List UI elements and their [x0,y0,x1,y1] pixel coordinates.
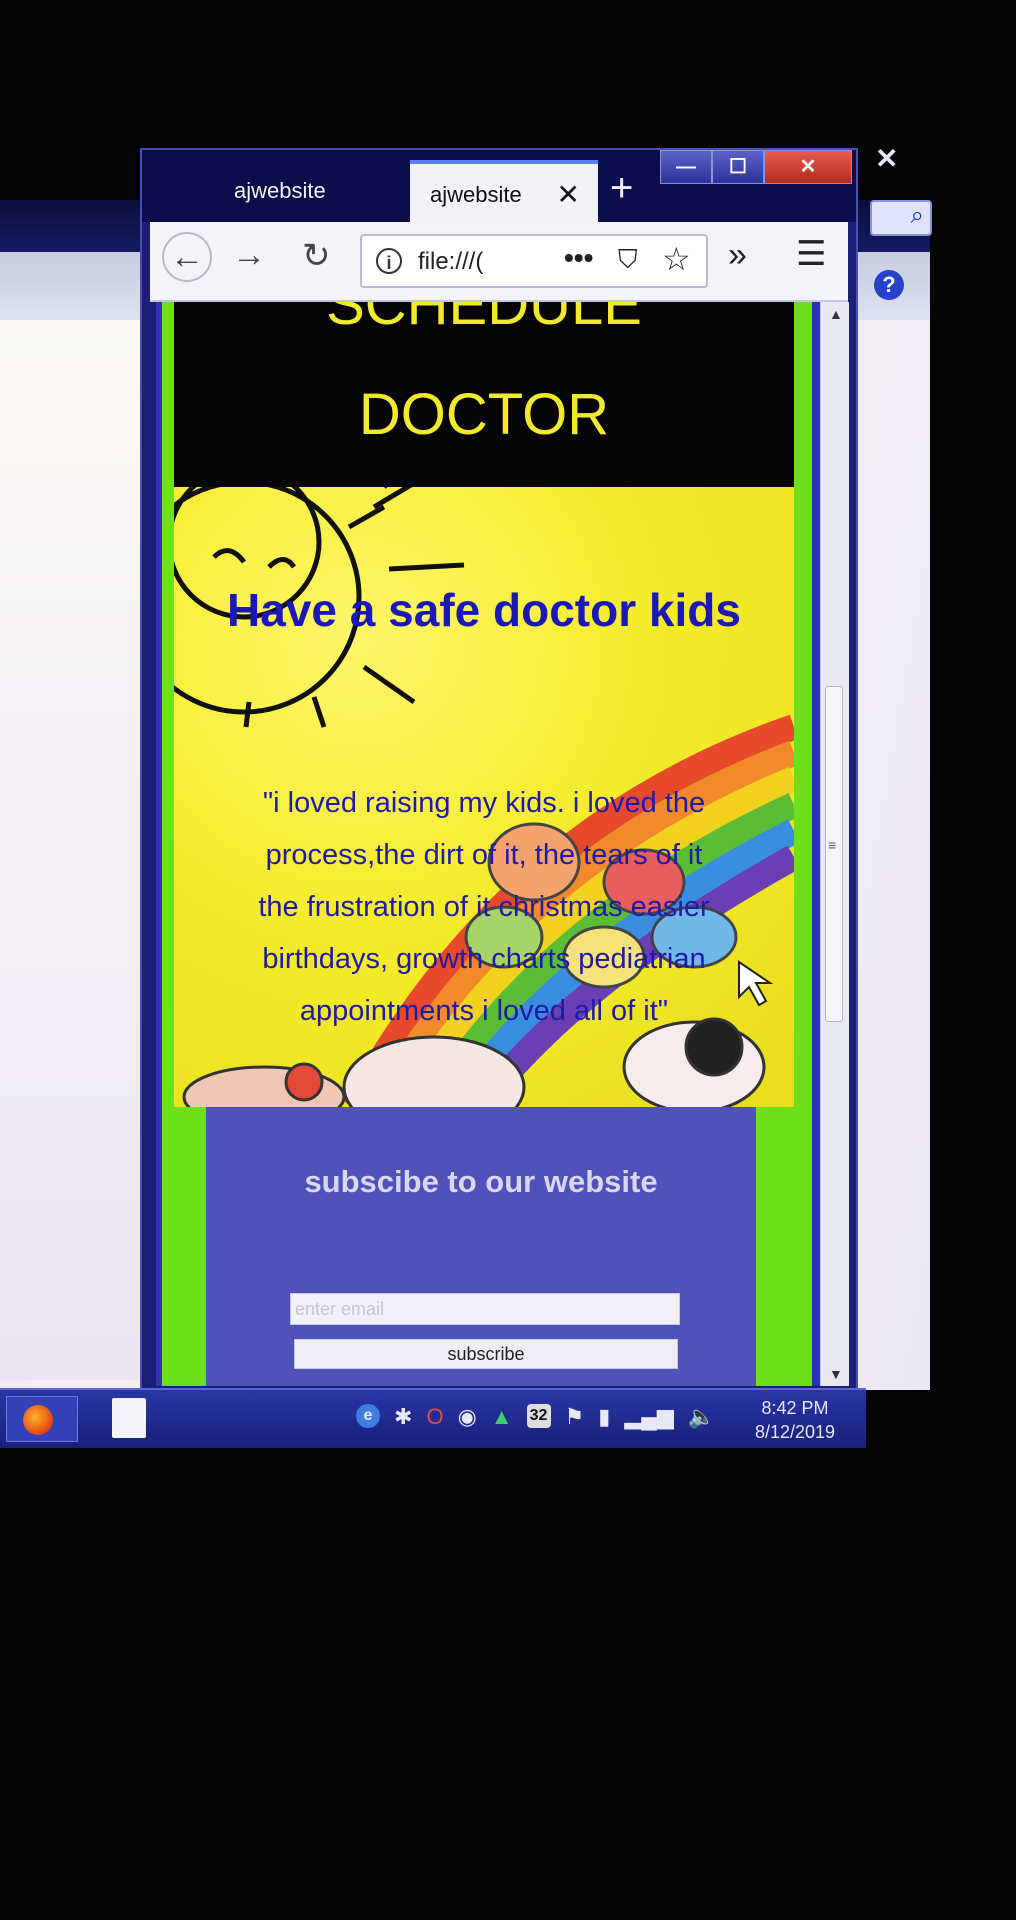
browser-window: ajwebsite ajwebsite ✕ + — ☐ ✕ ← → ↻ i fi… [140,148,858,1392]
minimize-button[interactable]: — [660,150,712,184]
subscribe-button[interactable]: subscribe [294,1339,678,1369]
pocket-icon[interactable]: ⛉ [618,244,638,276]
opera-icon[interactable]: O [426,1404,443,1430]
email-field[interactable] [290,1293,680,1325]
scroll-thumb[interactable]: ≡ [825,686,843,1022]
scroll-up-arrow-icon[interactable]: ▲ [829,306,843,322]
taskbar: e ✱ O ◉ ▲ 32 ⚑ ▮ ▂▄▆ 🔈 8:42 PM 8/12/2019 [0,1388,866,1448]
navigation-toolbar: ← → ↻ i file:///( ••• ⛉ ☆ » ☰ [150,222,848,302]
page-viewport: SCHEDULE DOCTOR Have a safe doctor kids … [156,302,820,1386]
taskbar-clock[interactable]: 8:42 PM 8/12/2019 [740,1396,850,1444]
tray-calendar-icon[interactable]: 32 [526,1404,551,1428]
back-button[interactable]: ← [162,232,212,282]
taskbar-firefox-button[interactable] [6,1396,78,1442]
maximize-button[interactable]: ☐ [712,150,764,184]
tab-close-icon[interactable]: ✕ [557,164,580,226]
search-icon[interactable]: ⌕ [870,200,932,236]
tray-app-icon[interactable]: e [356,1404,380,1428]
tab-ajwebsite-2[interactable]: ajwebsite ✕ [410,160,598,222]
hamburger-menu-icon[interactable]: ☰ [796,234,826,274]
scroll-grip-icon: ≡ [828,837,837,853]
signal-icon[interactable]: ▂▄▆ [624,1404,673,1430]
hero-title: Have a safe doctor kids [227,584,741,636]
background-close-button[interactable]: ✕ [875,142,898,175]
address-bar[interactable]: i file:///( ••• ⛉ ☆ [360,234,708,288]
info-icon[interactable]: i [376,248,402,274]
page-scrollbar[interactable]: ▲ ≡ ▼ [820,302,849,1386]
system-tray: e ✱ O ◉ ▲ 32 ⚑ ▮ ▂▄▆ 🔈 [356,1404,715,1430]
hero-quote: "i loved raising my kids. i loved the pr… [258,787,710,1027]
page-actions-icon[interactable]: ••• [564,242,593,274]
hero-section: Have a safe doctor kids "i loved raising… [174,487,794,1107]
header-line-2: DOCTOR [358,382,610,447]
background-pane [0,320,152,1380]
overflow-menu-button[interactable]: » [728,236,747,275]
flag-icon[interactable]: ⚑ [565,1404,585,1430]
clock-time: 8:42 PM [761,1398,829,1418]
url-text[interactable]: file:///( [418,248,483,276]
new-tab-button[interactable]: + [610,166,633,211]
tab-strip: ajwebsite ajwebsite ✕ + — ☐ ✕ [142,150,856,222]
reload-button[interactable]: ↻ [302,236,331,276]
file-icon[interactable] [112,1398,146,1438]
close-window-button[interactable]: ✕ [764,150,852,184]
bookmark-star-icon[interactable]: ☆ [662,240,691,278]
tab-label: ajwebsite [234,178,326,203]
subscribe-title: subscibe to our website [304,1164,658,1199]
forward-button[interactable]: → [232,236,266,275]
battery-icon[interactable]: ▮ [598,1404,610,1430]
schedule-doctor-header[interactable]: SCHEDULE DOCTOR [174,302,794,487]
tab-ajwebsite-1[interactable]: ajwebsite [214,160,402,222]
volume-icon[interactable]: 🔈 [688,1404,715,1430]
tab-label: ajwebsite [430,182,522,207]
scroll-down-arrow-icon[interactable]: ▼ [829,1366,843,1382]
tray-triangle-icon[interactable]: ▲ [491,1404,513,1430]
tray-circle-icon[interactable]: ◉ [458,1404,477,1430]
mouse-cursor [738,960,774,1007]
header-line-1: SCHEDULE [326,302,642,337]
window-controls: — ☐ ✕ [660,150,852,184]
bluetooth-icon[interactable]: ✱ [394,1404,412,1430]
clock-date: 8/12/2019 [754,1422,836,1442]
firefox-icon [23,1405,53,1435]
subscribe-section: subscibe to our website subscribe [206,1107,756,1386]
help-icon[interactable]: ? [874,270,904,300]
